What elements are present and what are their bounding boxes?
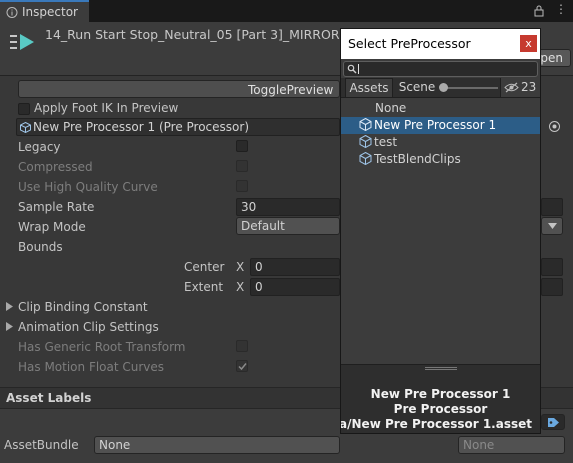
hq-curve-checkbox: [236, 180, 248, 192]
generic-root-checkbox: [236, 340, 248, 352]
foot-ik-label: Apply Foot IK In Preview: [34, 101, 179, 115]
motion-float-checkbox: [236, 360, 248, 372]
extent-input-overflow[interactable]: [541, 278, 563, 296]
asset-title: 14_Run Start Stop_Neutral_05 [Part 3]_MI…: [45, 27, 340, 42]
preview-type: Pre Processor: [393, 402, 488, 416]
compressed-checkbox: [236, 160, 248, 172]
hidden-assets-toggle[interactable]: 23: [500, 78, 540, 97]
checkmark-icon: [238, 363, 247, 371]
wrap-mode-value: Default: [241, 219, 285, 233]
wrap-mode-dropdown-arrow[interactable]: [541, 217, 563, 235]
sample-rate-input-overflow[interactable]: [541, 198, 563, 216]
wrap-mode-dropdown[interactable]: Default: [236, 217, 340, 235]
center-label: Center: [184, 260, 225, 274]
center-x-value: 0: [255, 260, 263, 274]
bounds-label: Bounds: [18, 240, 63, 254]
asset-bundle-label: AssetBundle: [4, 438, 79, 452]
list-item-label: test: [374, 135, 398, 149]
pre-processor-field[interactable]: New Pre Processor 1 (Pre Processor): [16, 118, 340, 136]
popup-tabs: Assets Scene 23: [341, 78, 540, 98]
center-x-input[interactable]: 0: [250, 258, 340, 276]
close-icon: x: [525, 37, 532, 50]
scriptable-object-icon: [20, 122, 31, 133]
pre-processor-value: New Pre Processor 1 (Pre Processor): [33, 120, 249, 134]
asset-bundle-variant-value: None: [463, 438, 495, 452]
compressed-label: Compressed: [18, 160, 93, 174]
popup-title-bar[interactable]: Select PreProcessor x: [341, 29, 540, 59]
scriptable-object-icon: [359, 118, 372, 131]
more-menu-icon[interactable]: ⋮: [555, 2, 567, 16]
eye-hidden-icon: [504, 82, 519, 93]
scriptable-object-icon: [359, 152, 372, 165]
lock-icon[interactable]: [534, 5, 544, 17]
clip-settings-foldout[interactable]: Animation Clip Settings: [18, 320, 159, 334]
motion-float-label: Has Motion Float Curves: [18, 360, 165, 374]
zoom-slider-thumb[interactable]: [439, 83, 448, 92]
legacy-checkbox[interactable]: [236, 140, 248, 152]
tab-inspector[interactable]: Inspector: [0, 0, 89, 22]
asset-bundle-value: None: [99, 438, 131, 452]
extent-label: Extent: [184, 280, 224, 294]
list-item-none[interactable]: None: [341, 100, 540, 117]
select-preprocessor-popup: Select PreProcessor x Assets Scene 23 No…: [340, 28, 541, 434]
window-tab-bar: Inspector ⋮: [0, 0, 573, 22]
list-item-label: TestBlendClips: [374, 152, 461, 166]
preview-path: Assets/Data/New Pre Processor 1.asset: [341, 417, 532, 431]
search-icon: [347, 64, 357, 74]
sample-rate-value: 30: [241, 200, 257, 214]
scriptable-object-icon: [359, 135, 372, 148]
hidden-count: 23: [521, 80, 537, 94]
list-item-selected[interactable]: New Pre Processor 1: [341, 117, 540, 134]
center-x-label: X: [236, 260, 245, 274]
close-button[interactable]: x: [520, 35, 537, 52]
tag-icon: [548, 418, 559, 427]
tab-scene-label: Scene: [398, 80, 436, 94]
center-input-overflow[interactable]: [541, 258, 563, 276]
tab-assets-label: Assets: [349, 81, 389, 95]
tab-assets[interactable]: Assets: [345, 78, 393, 97]
text-cursor: [358, 64, 359, 74]
hq-curve-label: Use High Quality Curve: [18, 180, 158, 194]
foldout-arrow-icon[interactable]: [6, 322, 13, 331]
preview-name: New Pre Processor 1: [370, 387, 511, 401]
asset-preview-panel: New Pre Processor 1 Pre Processor Assets…: [341, 364, 540, 433]
list-item-label: None: [375, 101, 407, 115]
clip-binding-foldout[interactable]: Clip Binding Constant: [18, 300, 148, 314]
list-item[interactable]: TestBlendClips: [341, 151, 540, 168]
list-item-label: New Pre Processor 1: [374, 118, 497, 132]
resize-handle[interactable]: [425, 369, 457, 370]
foot-ik-checkbox[interactable]: [18, 103, 30, 115]
extent-x-label: X: [236, 280, 245, 294]
extent-x-input[interactable]: 0: [250, 278, 340, 296]
sample-rate-label: Sample Rate: [18, 200, 95, 214]
animation-clip-icon: [10, 34, 34, 50]
zoom-slider-track[interactable]: [440, 87, 498, 89]
info-icon: [6, 7, 18, 18]
legacy-label: Legacy: [18, 140, 61, 154]
sample-rate-input[interactable]: 30: [236, 198, 340, 216]
foldout-arrow-icon[interactable]: [6, 302, 13, 311]
tab-scene[interactable]: Scene: [396, 78, 438, 97]
generic-root-label: Has Generic Root Transform: [18, 340, 186, 354]
asset-labels-title: Asset Labels: [6, 391, 92, 405]
list-item[interactable]: test: [341, 134, 540, 151]
preview-path-clip: Assets/Data/New Pre Processor 1.asset: [341, 417, 540, 433]
toggle-preview-label: TogglePreview: [248, 83, 334, 97]
popup-title: Select PreProcessor: [348, 36, 471, 51]
label-tag-button[interactable]: [541, 414, 565, 430]
asset-bundle-dropdown[interactable]: None: [94, 436, 340, 454]
asset-bundle-variant-dropdown[interactable]: None: [458, 436, 565, 454]
toggle-preview-button[interactable]: TogglePreview: [18, 80, 340, 98]
tab-label: Inspector: [22, 5, 78, 19]
asset-list: None New Pre Processor 1 test TestBlendC…: [341, 98, 540, 364]
search-input[interactable]: [343, 61, 538, 77]
chevron-down-icon: [548, 223, 557, 229]
extent-x-value: 0: [255, 280, 263, 294]
wrap-mode-label: Wrap Mode: [18, 220, 86, 234]
object-picker-icon[interactable]: [548, 120, 561, 133]
resize-handle[interactable]: [425, 367, 457, 368]
